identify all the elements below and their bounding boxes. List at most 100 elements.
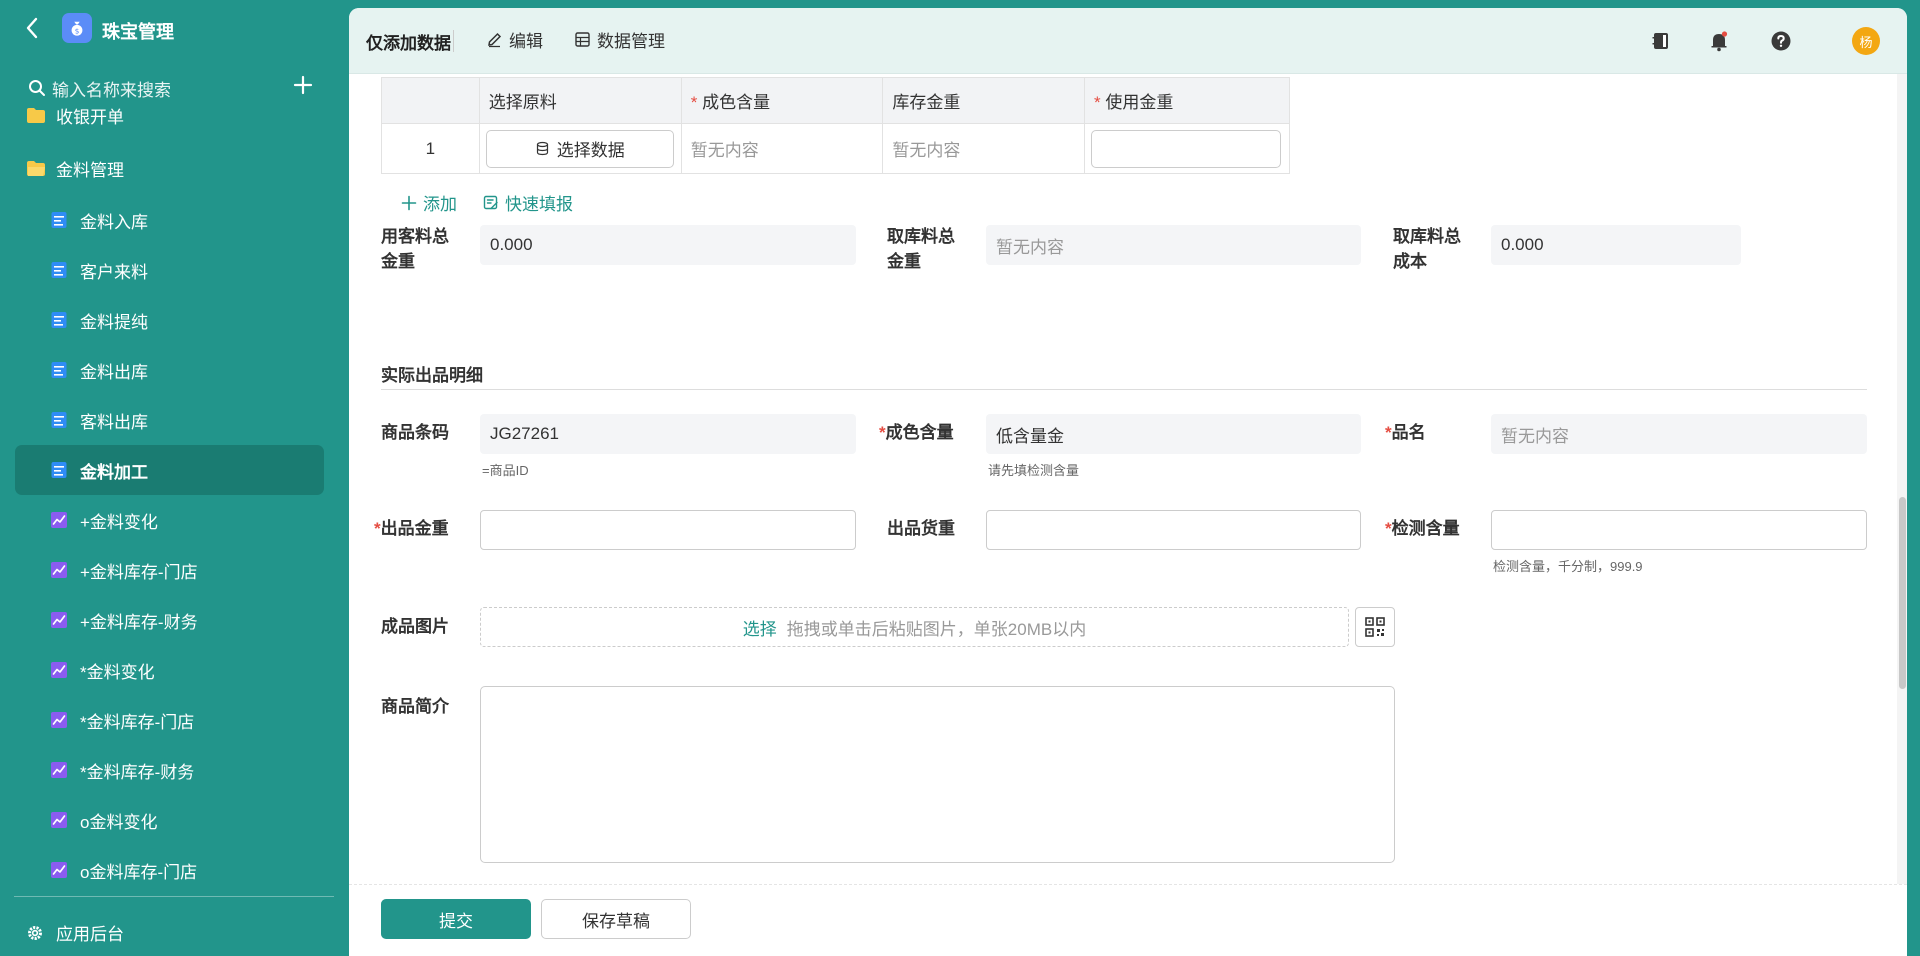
help-icon[interactable] [1769, 29, 1793, 53]
sidebar-item[interactable]: *金料库存-财务 [15, 745, 324, 795]
sidebar-item-label: *金料变化 [80, 662, 155, 682]
sidebar-item[interactable]: 客料出库 [15, 395, 324, 445]
sidebar-item[interactable]: 金料提纯 [15, 295, 324, 345]
customer-total-field: 0.000 [480, 225, 856, 265]
sidebar-header: $ 珠宝管理 [0, 0, 349, 58]
notification-bell-icon[interactable] [1707, 29, 1731, 53]
form-icon [50, 361, 68, 379]
sidebar-divider [14, 896, 334, 897]
search-placeholder: 输入名称来搜索 [52, 80, 171, 100]
sidebar-item-label: 客料出库 [80, 412, 148, 432]
chart-icon [50, 561, 68, 579]
upload-pick-link[interactable]: 选择 [743, 615, 777, 640]
image-upload-area[interactable]: 选择 拖拽或单击后粘贴图片，单张20MB以内 [480, 607, 1349, 647]
svg-text:$: $ [75, 26, 80, 35]
sidebar-item[interactable]: 金料加工 [15, 445, 324, 495]
intro-label: 商品简介 [381, 697, 449, 716]
intro-textarea[interactable] [480, 686, 1395, 863]
book-icon[interactable] [1649, 29, 1673, 53]
save-draft-button[interactable]: 保存草稿 [541, 899, 691, 939]
sidebar-item-label: *金料库存-门店 [80, 712, 195, 732]
sidebar-item[interactable]: +金料变化 [15, 495, 324, 545]
test-purity-input[interactable] [1491, 510, 1867, 550]
table-header-purity: * 成色含量 [680, 77, 884, 124]
sidebar-item[interactable]: o金料变化 [15, 795, 324, 845]
stock-total-field: 暂无内容 [986, 225, 1361, 265]
sidebar-item[interactable]: o金料库存-门店 [15, 845, 324, 888]
sidebar-item-label: 金料入库 [80, 212, 148, 232]
test-purity-hint: 检测含量，千分制，999.9 [1493, 559, 1643, 574]
upload-hint: 拖拽或单击后粘贴图片，单张20MB以内 [786, 619, 1087, 639]
add-row-button[interactable]: 添加 [401, 190, 457, 215]
out-weight-label: *出品金重 [374, 519, 449, 538]
barcode-label: 商品条码 [381, 423, 449, 442]
use-weight-cell [1084, 123, 1290, 174]
form-icon [50, 311, 68, 329]
table-header-use-weight: * 使用金重 [1084, 77, 1290, 124]
sidebar: $ 珠宝管理 输入名称来搜索 收银开单 金料管理 金料入库客户来料金料提纯金料出… [0, 0, 349, 956]
sidebar-item-partial[interactable]: 收银开单 [26, 108, 124, 127]
purity-label: *成色含量 [879, 423, 954, 442]
sidebar-item-label: o金料变化 [80, 812, 158, 832]
table-row: 1 选择数据 暂无内容 暂无内容 [381, 123, 1290, 174]
data-manage-button[interactable]: 数据管理 [574, 27, 665, 52]
sidebar-item-label: 收银开单 [56, 108, 124, 127]
sidebar-item[interactable]: *金料库存-门店 [15, 695, 324, 745]
sidebar-folder-gold[interactable]: 金料管理 [26, 156, 124, 180]
sidebar-item[interactable]: +金料库存-门店 [15, 545, 324, 595]
folder-open-icon [27, 160, 45, 176]
table-header-index [381, 77, 480, 124]
toolbar-divider [453, 30, 454, 52]
back-arrow-icon[interactable] [22, 15, 44, 41]
purity-cell: 暂无内容 [680, 123, 884, 174]
qr-code-icon [1365, 617, 1385, 637]
sidebar-admin-link[interactable]: 应用后台 [26, 920, 124, 945]
edit-label: 编辑 [509, 32, 543, 51]
qr-upload-button[interactable] [1355, 607, 1395, 647]
sidebar-item[interactable]: 金料入库 [15, 195, 324, 245]
sidebar-item[interactable]: +金料库存-财务 [15, 595, 324, 645]
folder-icon [27, 108, 45, 123]
sidebar-item-label: 金料提纯 [80, 312, 148, 332]
app-title: 珠宝管理 [102, 22, 174, 42]
sidebar-nav-list: 收银开单 金料管理 金料入库客户来料金料提纯金料出库客料出库金料加工 +金料变化 +… [0, 108, 349, 888]
toolbar: 仅添加数据 编辑 数据管理 杨 [349, 8, 1907, 74]
sidebar-item-label: 金料加工 [80, 462, 148, 482]
barcode-hint: =商品ID [482, 463, 529, 478]
sidebar-item-label: +金料库存-财务 [80, 612, 198, 632]
purity-field[interactable]: 低含量金 [986, 414, 1361, 454]
avatar[interactable]: 杨 [1852, 27, 1880, 55]
edit-button[interactable]: 编辑 [486, 27, 543, 52]
scrollbar-thumb[interactable] [1899, 497, 1906, 689]
quick-fill-icon [483, 195, 498, 209]
sidebar-item[interactable]: 客户来料 [15, 245, 324, 295]
use-weight-input[interactable] [1091, 129, 1281, 168]
sidebar-admin-label: 应用后台 [56, 925, 124, 944]
product-name-label: *品名 [1385, 423, 1426, 442]
product-name-field: 暂无内容 [1491, 414, 1867, 454]
form-icon [50, 461, 68, 479]
sidebar-item-label: o金料库存-门店 [80, 862, 198, 882]
sidebar-item-label: +金料库存-门店 [80, 562, 198, 582]
image-label: 成品图片 [381, 617, 449, 636]
row-index: 1 [381, 123, 480, 174]
purity-hint: 请先填检测含量 [988, 463, 1080, 478]
submit-button[interactable]: 提交 [381, 899, 531, 939]
scrollbar[interactable] [1897, 74, 1907, 884]
sidebar-search[interactable]: 输入名称来搜索 [28, 76, 171, 100]
select-material-cell: 选择数据 [478, 123, 682, 174]
stock-weight-cell: 暂无内容 [882, 123, 1085, 174]
sidebar-item[interactable]: 金料出库 [15, 345, 324, 395]
add-row-label: 添加 [423, 195, 457, 214]
stock-total-label: 取库料总金重 [887, 227, 955, 271]
sidebar-item[interactable]: *金料变化 [15, 645, 324, 695]
quick-fill-button[interactable]: 快速填报 [483, 190, 573, 215]
select-data-button[interactable]: 选择数据 [485, 129, 674, 168]
out-goods-weight-input[interactable] [986, 510, 1361, 550]
table-header-material: 选择原料 [478, 77, 682, 124]
sidebar-folder-label: 金料管理 [56, 160, 124, 180]
search-icon [29, 80, 45, 96]
form-icon [50, 411, 68, 429]
out-weight-input[interactable] [480, 510, 856, 550]
add-icon[interactable] [292, 74, 314, 96]
